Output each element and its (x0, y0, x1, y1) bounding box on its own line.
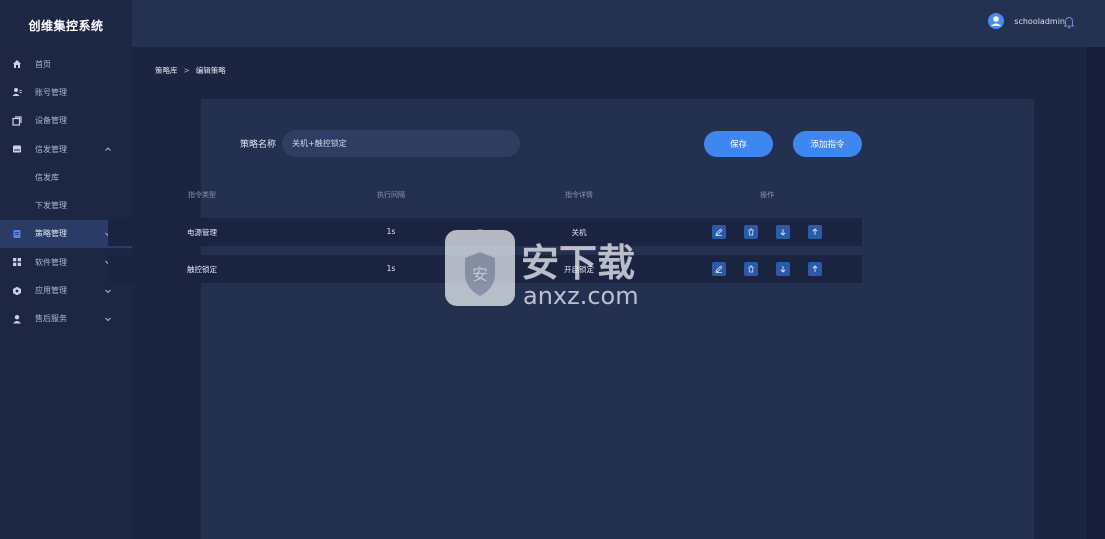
chevron-down-icon[interactable] (104, 287, 112, 295)
right-edge (1087, 47, 1105, 539)
row-actions (712, 262, 822, 276)
sidebar-item-label: 信发库 (35, 172, 59, 182)
publish-icon (12, 144, 22, 154)
column-header-type: 指令类型 (188, 191, 216, 199)
column-header-actions: 操作 (760, 191, 774, 199)
edit-icon[interactable] (712, 225, 726, 239)
sidebar-item-publish[interactable]: 信发管理 (0, 135, 132, 163)
row-actions (712, 225, 822, 239)
sidebar-item-label: 软件管理 (35, 257, 67, 267)
avatar-icon (988, 13, 1005, 29)
sidebar-item-label: 首页 (35, 59, 51, 69)
strategy-name-input[interactable] (282, 130, 521, 157)
breadcrumb-parent[interactable]: 策略库 (155, 65, 178, 76)
table-header: 指令类型 执行间隔 指令详情 操作 (108, 190, 862, 206)
sidebar-item-label: 设备管理 (35, 116, 67, 126)
sidebar-item-label: 售后服务 (35, 314, 67, 324)
sidebar-item-home[interactable]: 首页 (0, 50, 132, 78)
breadcrumb-current: 编辑策略 (195, 66, 226, 75)
watermark-text: 安下载 (521, 241, 635, 285)
strategy-name-row: 策略名称 (240, 130, 521, 157)
move-down-icon[interactable] (776, 262, 790, 276)
sidebar-item-accounts[interactable]: 账号管理 (0, 78, 132, 106)
move-up-icon[interactable] (808, 225, 822, 239)
move-down-icon[interactable] (776, 225, 790, 239)
sidebar-item-service[interactable]: 售后服务 (0, 305, 132, 333)
username: schooladmin (1014, 16, 1065, 26)
strategy-name-label: 策略名称 (240, 140, 277, 150)
column-header-detail: 指令详情 (565, 191, 593, 199)
edit-panel: 策略名称 (201, 99, 1034, 539)
chevron-up-icon[interactable] (104, 145, 112, 153)
app-title: 创维集控系统 (28, 18, 104, 33)
user-manage-icon (12, 87, 22, 97)
watermark-logo: 安 安下载 anxz.com (443, 224, 663, 312)
chevron-down-icon[interactable] (104, 315, 112, 323)
save-button[interactable]: 保存 (704, 131, 773, 157)
top-header: schooladmin (132, 0, 1105, 47)
column-header-interval: 执行间隔 (377, 191, 405, 199)
cell-interval: 1s (386, 264, 396, 273)
bell-icon[interactable] (1063, 14, 1075, 29)
user-menu[interactable]: schooladmin (988, 13, 1065, 29)
strategy-icon (12, 229, 22, 239)
service-icon (12, 314, 22, 324)
move-up-icon[interactable] (808, 262, 822, 276)
home-icon (12, 59, 22, 69)
delete-icon[interactable] (744, 225, 758, 239)
sidebar-item-label: 下发管理 (35, 201, 67, 211)
device-icon (12, 116, 22, 126)
breadcrumb: 策略库 > 编辑策略 (155, 65, 226, 76)
cell-type: 电源管理 (187, 228, 217, 237)
cell-interval: 1s (386, 227, 396, 236)
breadcrumb-separator: > (183, 66, 190, 75)
sidebar-item-label: 应用管理 (35, 286, 67, 296)
watermark-sub: anxz.com (523, 282, 639, 310)
sidebar-item-devices[interactable]: 设备管理 (0, 107, 132, 135)
svg-text:安: 安 (472, 265, 488, 284)
add-command-button[interactable]: 添加指令 (793, 131, 862, 157)
sidebar-item-label: 信发管理 (35, 144, 67, 154)
edit-icon[interactable] (712, 262, 726, 276)
sidebar-item-label: 策略管理 (35, 229, 67, 239)
cell-type: 触控锁定 (187, 265, 217, 274)
app-manage-icon (12, 286, 22, 296)
delete-icon[interactable] (744, 262, 758, 276)
sidebar-item-publish-library[interactable]: 信发库 (0, 163, 132, 191)
sidebar-item-label: 账号管理 (35, 87, 67, 97)
apps-icon (12, 257, 22, 267)
